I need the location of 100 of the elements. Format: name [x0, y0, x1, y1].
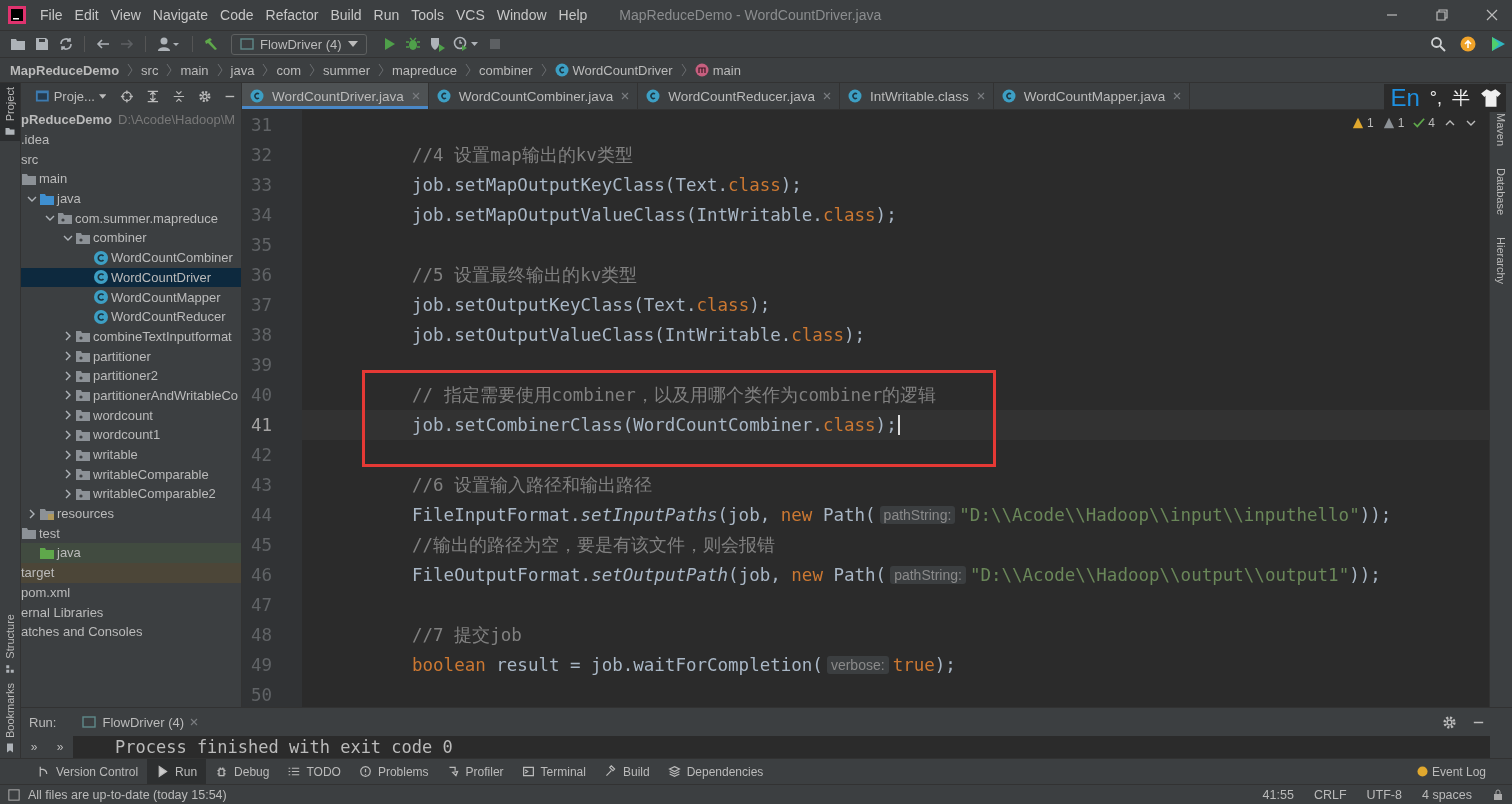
tree-item[interactable]: com.summer.mapreduce [21, 208, 241, 229]
editor-tab[interactable]: WordCountDriver.java [242, 83, 429, 109]
chevron-icon[interactable] [27, 508, 37, 519]
tree-item[interactable]: test [21, 523, 241, 544]
tree-item[interactable]: pom.xml [21, 582, 241, 603]
locate-icon[interactable] [120, 88, 134, 104]
expand-button[interactable]: » [47, 740, 73, 754]
warning-icon[interactable] [1382, 117, 1395, 129]
menu-item[interactable]: Help [552, 7, 594, 23]
tree-item[interactable]: target [21, 562, 241, 583]
menu-item[interactable]: Refactor [259, 7, 325, 23]
tree-item[interactable]: WordCountReducer [21, 306, 241, 327]
chevron-icon[interactable] [63, 351, 73, 362]
settings-icon[interactable] [1442, 714, 1457, 730]
event-log-button[interactable]: Event Log [1416, 764, 1512, 779]
project-root-name[interactable]: pReduceDemo [21, 112, 113, 128]
user-icon[interactable] [156, 36, 182, 52]
typo-count[interactable]: 4 [1428, 116, 1435, 130]
tree-item[interactable]: ernal Libraries [21, 602, 241, 622]
breadcrumb-item[interactable]: summer [323, 62, 370, 78]
close-icon[interactable] [621, 92, 630, 100]
chevron-icon[interactable] [63, 331, 73, 342]
tool-window-button[interactable]: Problems [349, 759, 438, 784]
search-icon[interactable] [1430, 36, 1446, 52]
breadcrumb-item[interactable]: src [141, 62, 159, 78]
dropdown-icon[interactable] [98, 93, 107, 99]
tree-item[interactable]: resources [21, 503, 241, 524]
menu-item[interactable]: Navigate [146, 7, 215, 23]
tool-window-button[interactable]: Profiler [437, 759, 513, 784]
tool-window-tab[interactable]: Structure [4, 614, 16, 659]
breadcrumb-item[interactable]: com [276, 62, 302, 78]
close-icon[interactable] [1173, 92, 1182, 100]
status-item[interactable]: 41:55 [1262, 787, 1294, 802]
panel-toggle-icon[interactable] [8, 788, 20, 801]
panel-title[interactable]: Proje... [53, 88, 95, 104]
bug-icon[interactable] [404, 36, 421, 52]
chevron-icon[interactable] [63, 429, 73, 440]
sync-icon[interactable] [58, 36, 74, 52]
collapse-all-icon[interactable] [171, 88, 186, 104]
weak-warning-count[interactable]: 1 [1397, 116, 1405, 130]
tree-item[interactable]: java [21, 188, 241, 209]
status-item[interactable]: UTF-8 [1366, 787, 1402, 802]
tool-window-button[interactable]: Version Control [28, 759, 148, 784]
tree-item[interactable]: writableComparable [21, 464, 241, 485]
tool-window-icon[interactable] [4, 125, 16, 138]
ime-punctuation[interactable]: °, [1429, 87, 1442, 109]
close-icon[interactable] [976, 92, 985, 100]
tree-item[interactable]: java [21, 543, 241, 563]
tool-window-button[interactable]: Build [594, 759, 659, 784]
tool-window-button[interactable]: Dependencies [658, 759, 773, 784]
close-icon[interactable] [823, 92, 831, 100]
editor-tab[interactable]: WordCountCombiner.java [428, 83, 639, 109]
tool-window-icon[interactable] [4, 662, 16, 675]
breadcrumb-item[interactable]: main [712, 62, 741, 78]
tree-item[interactable]: writableComparable2 [21, 484, 241, 504]
tree-item[interactable]: wordcount1 [21, 425, 241, 445]
expand-all-icon[interactable] [145, 88, 160, 104]
chevron-icon[interactable] [63, 488, 73, 499]
close-icon[interactable] [190, 718, 199, 726]
menu-item[interactable]: VCS [449, 7, 491, 23]
tree-item[interactable]: partitionerAndWritableCo [21, 385, 241, 406]
close-icon[interactable] [1486, 9, 1498, 21]
tool-window-icon[interactable] [4, 742, 16, 754]
tree-item[interactable]: combiner [21, 228, 241, 248]
chevron-icon[interactable] [63, 370, 73, 381]
breadcrumb-item[interactable]: mapreduce [392, 62, 458, 78]
editor-tab[interactable]: WordCountReducer.java [638, 83, 840, 109]
lock-icon[interactable] [1492, 788, 1504, 801]
hammer-icon[interactable] [203, 36, 219, 52]
chevron-icon[interactable] [63, 410, 73, 421]
run-tab[interactable]: FlowDriver (4) [72, 708, 209, 736]
save-icon[interactable] [34, 36, 50, 52]
tree-item[interactable]: writable [21, 444, 241, 465]
tool-window-tab[interactable]: Hierarchy [1495, 237, 1507, 285]
breadcrumb-item[interactable]: combiner [479, 62, 533, 78]
shirt-icon[interactable] [1480, 88, 1502, 108]
breadcrumb-item[interactable]: WordCountDriver [572, 62, 673, 78]
chevron-icon[interactable] [63, 469, 73, 480]
menu-item[interactable]: Run [367, 7, 406, 23]
clock-run-icon[interactable] [452, 36, 479, 52]
editor-tab[interactable]: WordCountMapper.java [993, 83, 1191, 109]
tool-window-button[interactable]: Run [147, 759, 207, 784]
menu-item[interactable]: Tools [405, 7, 450, 23]
menu-item[interactable]: Code [214, 7, 260, 23]
warning-icon[interactable] [1351, 117, 1364, 129]
tool-window-button[interactable]: Terminal [512, 759, 595, 784]
status-item[interactable]: 4 spaces [1421, 787, 1472, 802]
warning-count[interactable]: 1 [1366, 116, 1374, 130]
tree-item[interactable]: .idea [21, 129, 241, 150]
menu-item[interactable]: Build [324, 7, 368, 23]
tree-item[interactable]: partitioner2 [21, 365, 241, 386]
update-icon[interactable] [1460, 36, 1476, 52]
expand-button[interactable]: » [21, 740, 47, 754]
restore-icon[interactable] [1436, 9, 1448, 21]
tool-window-button[interactable]: TODO [278, 759, 350, 784]
ime-width[interactable]: 半 [1452, 86, 1470, 110]
run-configuration-dropdown[interactable]: FlowDriver (4) [231, 33, 367, 55]
toolbox-logo-icon[interactable] [1490, 36, 1506, 52]
tree-item[interactable]: WordCountMapper [21, 287, 241, 307]
chevron-icon[interactable] [63, 449, 73, 460]
